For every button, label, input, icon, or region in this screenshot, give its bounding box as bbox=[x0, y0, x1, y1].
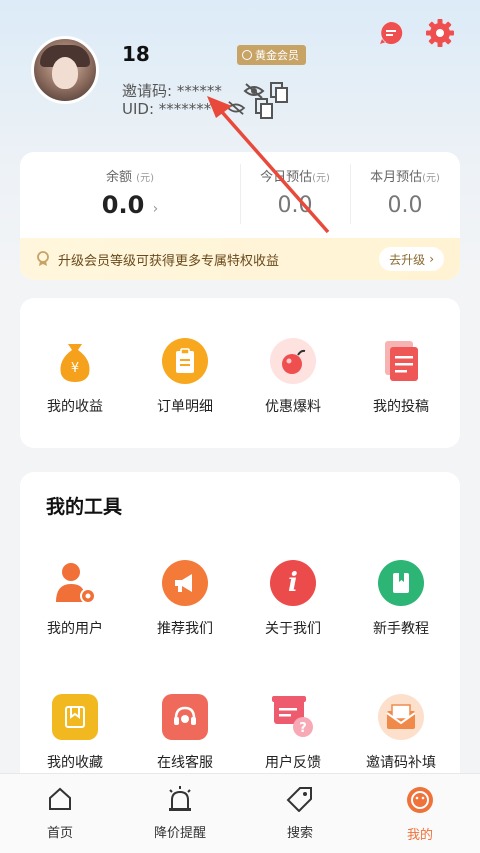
unit-label: (元) bbox=[422, 173, 440, 184]
tab-search[interactable]: 搜索 bbox=[240, 786, 360, 841]
unit-label: (元) bbox=[312, 173, 330, 184]
copy-icon[interactable] bbox=[255, 98, 273, 120]
avatar[interactable] bbox=[31, 36, 99, 104]
chevron-right-icon: › bbox=[429, 252, 434, 266]
my-favorites-button[interactable]: 我的收藏 bbox=[22, 694, 128, 772]
balance-value: 0.0 bbox=[101, 191, 145, 219]
chevron-right-icon: › bbox=[152, 201, 159, 217]
today-estimate: 今日预估(元) 0.0 bbox=[240, 152, 350, 238]
eye-hidden-icon[interactable] bbox=[226, 100, 246, 116]
tools-title: 我的工具 bbox=[46, 496, 123, 518]
profile-face-icon bbox=[407, 787, 433, 813]
tool-label: 用户反馈 bbox=[265, 755, 321, 771]
bottom-tab-bar: 首页 降价提醒 搜索 我的 bbox=[0, 773, 480, 853]
beginner-tutorial-button[interactable]: 新手教程 bbox=[348, 560, 454, 638]
tools-card: 我的工具 我的用户 推荐我们 i 关于我们 新手教程 我的收藏 在线客服 ? 用… bbox=[20, 472, 460, 792]
fill-invite-code-button[interactable]: 邀请码补填 bbox=[348, 694, 454, 772]
my-users-button[interactable]: 我的用户 bbox=[22, 560, 128, 638]
svg-text:¥: ¥ bbox=[71, 361, 79, 376]
month-estimate: 本月预估(元) 0.0 bbox=[350, 152, 460, 238]
tool-label: 我的收藏 bbox=[47, 755, 103, 771]
bomb-icon bbox=[270, 338, 316, 384]
book-icon bbox=[378, 560, 424, 606]
tab-label: 降价提醒 bbox=[153, 826, 206, 841]
tab-label: 首页 bbox=[46, 826, 73, 841]
username: 18 bbox=[122, 42, 150, 66]
tab-label: 搜索 bbox=[286, 826, 313, 841]
tool-label: 在线客服 bbox=[157, 755, 213, 771]
action-label: 我的投稿 bbox=[373, 399, 429, 415]
my-earnings-button[interactable]: ¥ 我的收益 bbox=[22, 338, 128, 416]
tag-icon bbox=[286, 787, 312, 813]
recommend-us-button[interactable]: 推荐我们 bbox=[132, 560, 238, 638]
info-icon: i bbox=[270, 560, 316, 606]
feedback-icon: ? bbox=[270, 694, 316, 740]
tool-label: 新手教程 bbox=[373, 621, 429, 637]
tool-label: 推荐我们 bbox=[157, 621, 213, 637]
clipboard-icon bbox=[162, 338, 208, 384]
action-label: 订单明细 bbox=[157, 399, 213, 415]
vip-label: 黄金会员 bbox=[255, 49, 299, 62]
envelope-icon bbox=[378, 694, 424, 740]
balance-label: 余额 bbox=[106, 170, 133, 185]
unit-label: (元) bbox=[136, 173, 154, 184]
home-icon bbox=[49, 787, 71, 810]
megaphone-icon bbox=[162, 560, 208, 606]
online-support-button[interactable]: 在线客服 bbox=[132, 694, 238, 772]
month-label: 本月预估 bbox=[370, 170, 423, 185]
invite-code: 邀请码: ****** bbox=[122, 82, 222, 100]
headset-icon bbox=[162, 694, 208, 740]
bookmark-icon bbox=[52, 694, 98, 740]
money-bag-icon: ¥ bbox=[52, 338, 98, 384]
action-label: 优惠爆料 bbox=[265, 399, 321, 415]
about-us-button[interactable]: i 关于我们 bbox=[240, 560, 346, 638]
vip-badge[interactable]: 黄金会员 bbox=[237, 45, 306, 65]
upgrade-button[interactable]: 去升级 › bbox=[379, 247, 444, 271]
svg-text:?: ? bbox=[299, 721, 307, 736]
my-submissions-button[interactable]: 我的投稿 bbox=[348, 338, 454, 416]
tool-label: 邀请码补填 bbox=[366, 755, 436, 771]
order-details-button[interactable]: 订单明细 bbox=[132, 338, 238, 416]
uid: UID: ******* bbox=[122, 100, 212, 118]
tool-label: 关于我们 bbox=[265, 621, 321, 637]
balance-section[interactable]: 余额 (元) 0.0 › bbox=[20, 152, 240, 238]
quick-actions-card: ¥ 我的收益 订单明细 优惠爆料 我的投稿 bbox=[20, 298, 460, 448]
upgrade-text: 升级会员等级可获得更多专属特权收益 bbox=[58, 253, 280, 269]
document-icon bbox=[378, 338, 424, 384]
balance-card: 余额 (元) 0.0 › 今日预估(元) 0.0 本月预估(元) 0.0 升级会… bbox=[20, 152, 460, 280]
tab-label: 我的 bbox=[406, 828, 433, 843]
upgrade-button-label: 去升级 bbox=[389, 252, 426, 267]
today-label: 今日预估 bbox=[260, 170, 313, 185]
message-icon[interactable] bbox=[378, 20, 404, 46]
today-value: 0.0 bbox=[277, 193, 313, 218]
medal-icon bbox=[242, 50, 252, 60]
user-gear-icon bbox=[52, 560, 98, 606]
medal-icon bbox=[37, 251, 49, 266]
tab-home[interactable]: 首页 bbox=[0, 786, 120, 841]
tab-mine[interactable]: 我的 bbox=[360, 786, 480, 843]
deals-tipoff-button[interactable]: 优惠爆料 bbox=[240, 338, 346, 416]
alarm-icon bbox=[169, 786, 191, 811]
user-feedback-button[interactable]: ? 用户反馈 bbox=[240, 694, 346, 772]
tab-price-alert[interactable]: 降价提醒 bbox=[120, 786, 240, 841]
upgrade-banner[interactable]: 升级会员等级可获得更多专属特权收益 去升级 › bbox=[20, 238, 460, 280]
tool-label: 我的用户 bbox=[47, 621, 103, 637]
gear-icon[interactable] bbox=[425, 18, 455, 48]
action-label: 我的收益 bbox=[47, 399, 103, 415]
month-value: 0.0 bbox=[387, 193, 423, 218]
